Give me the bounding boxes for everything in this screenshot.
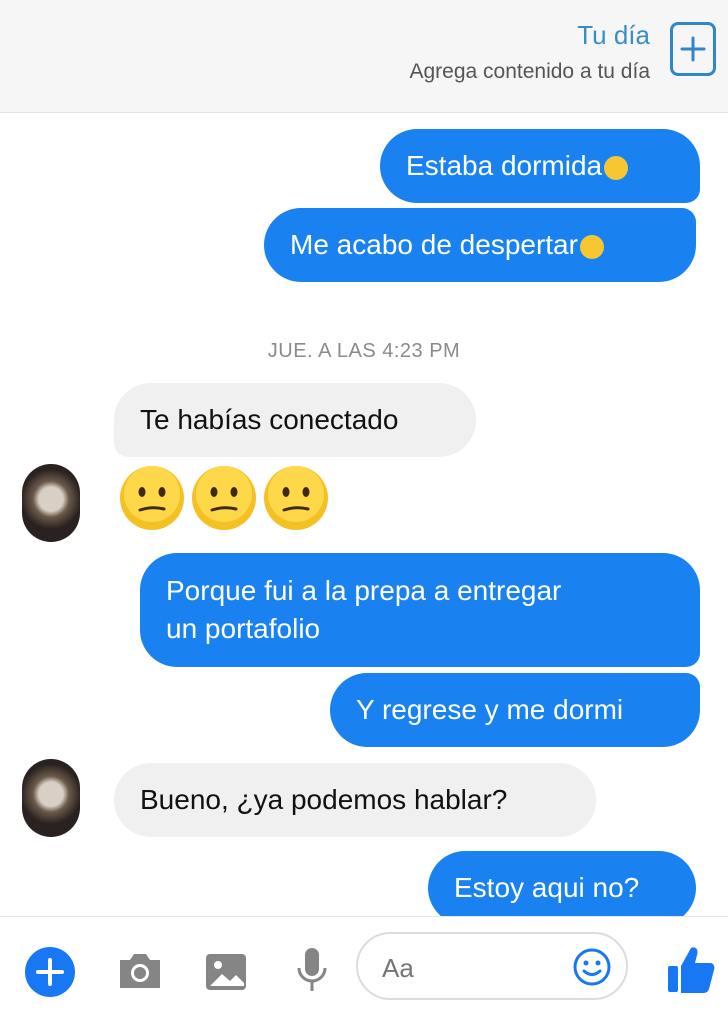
message-text: Bueno, ¿ya podemos hablar? [140,784,508,815]
more-actions-plus-icon[interactable] [24,946,76,998]
sleepy-face-icon [604,156,629,180]
avatar[interactable] [22,464,80,542]
add-to-day-button[interactable] [670,22,716,76]
message-composer[interactable] [356,932,628,1000]
message-input[interactable] [380,950,564,986]
your-day-title[interactable]: Tu día [577,20,650,51]
thumbs-up-icon[interactable] [666,944,716,996]
emoji-picker-icon[interactable] [572,947,612,987]
message-text: Me acabo de despertar [290,229,578,260]
message-bubble-outgoing[interactable]: Porque fui a la prepa a entregar un port… [140,553,700,667]
message-bubble-outgoing[interactable]: Estaba dormida [380,129,700,203]
camera-icon[interactable] [116,950,164,992]
message-text: Y regrese y me dormi [356,694,624,725]
avatar[interactable] [22,759,80,837]
your-day-subtitle[interactable]: Agrega contenido a tu día [409,60,650,84]
message-text: Te habías conectado [140,404,399,435]
confused-face-icon [120,466,184,530]
message-bubble-incoming[interactable]: Te habías conectado [114,383,476,457]
confused-face-icon [264,466,328,530]
message-text-line: un portafolio [166,613,321,644]
message-bubble-outgoing[interactable]: Estoy aqui no? [428,851,696,916]
confused-face-icon [192,466,256,530]
message-bubble-outgoing[interactable]: Me acabo de despertar [264,208,696,282]
message-text-line: Porque fui a la prepa a entregar [166,575,562,606]
plus-icon [680,36,706,62]
message-bubble-outgoing[interactable]: Y regrese y me dormi [330,673,700,747]
message-text: Estoy aqui no? [454,872,640,903]
message-text: Estaba dormida [406,150,603,181]
message-thread[interactable]: Estaba dormida Me acabo de despertar JUE… [0,113,728,916]
sleepy-face-icon [579,235,604,259]
message-bubble-incoming[interactable]: Bueno, ¿ya podemos hablar? [114,763,596,837]
microphone-icon[interactable] [294,946,330,998]
image-gallery-icon[interactable] [204,950,248,994]
timestamp: JUE. A LAS 4:23 PM [267,340,461,362]
top-bar: Tu día Agrega contenido a tu día [0,0,728,113]
